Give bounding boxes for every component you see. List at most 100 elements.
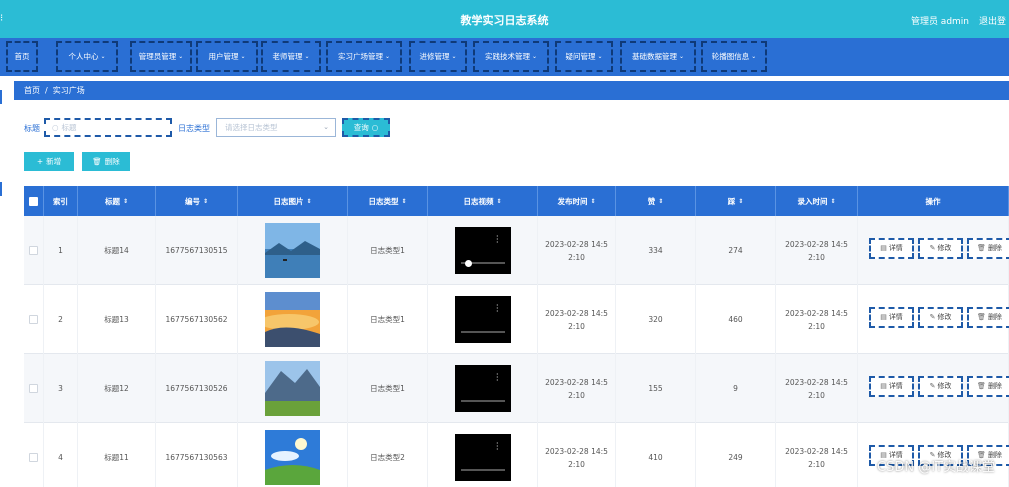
log-image[interactable] [265, 292, 320, 347]
trash-icon: 🗑 [977, 244, 986, 252]
log-image[interactable] [265, 430, 320, 485]
log-image[interactable] [265, 361, 320, 416]
video-player[interactable]: · · · [454, 296, 511, 343]
logout-link[interactable]: 退出登 [979, 14, 1009, 27]
nav-item-4[interactable]: 老师管理 ⌄ [261, 41, 321, 72]
column-header-label: 录入时间 [797, 196, 828, 206]
nav-item-10[interactable]: 轮播图信息 ⌄ [701, 41, 767, 72]
more-options-icon[interactable]: · · · [496, 233, 499, 247]
delete-button[interactable]: 🗑 删除 [967, 376, 1009, 397]
pencil-icon: ✎ [929, 244, 936, 252]
column-header-5[interactable]: 日志视频 ⇕ [428, 186, 538, 216]
breadcrumb-separator: / [45, 86, 48, 95]
sort-icon[interactable]: ⇕ [738, 198, 743, 205]
breadcrumb-current: 实习广场 [52, 86, 85, 95]
sort-icon[interactable]: ⇕ [123, 198, 128, 205]
edit-button-label: 修改 [937, 382, 952, 390]
table-row: 3 标题12 1677567130526 日志类型1 · · · 2023-02-28 14:… [24, 354, 1009, 423]
nav-item-5[interactable]: 实习广场管理 ⌄ [326, 41, 402, 72]
nav-item-1[interactable]: 个人中心 ⌄ [56, 41, 118, 72]
chevron-down-icon: ⌄ [751, 53, 757, 60]
video-progress-bar[interactable] [460, 400, 505, 402]
nav-item-3[interactable]: 用户管理 ⌄ [196, 41, 258, 72]
nav-item-2[interactable]: 管理员管理 ⌄ [130, 41, 192, 72]
watermark: CSDN @IT实战课堂 [877, 460, 995, 475]
cell-text: 2023-02-28 14:52:10 [545, 239, 608, 262]
edit-button[interactable]: ✎ 修改 [918, 238, 963, 259]
type-select-placeholder: 请选择日志类型 [225, 123, 278, 132]
row-checkbox[interactable] [29, 315, 38, 324]
nav-item-6[interactable]: 进修管理 ⌄ [409, 41, 467, 72]
delete-button[interactable]: 🗑 删除 [967, 307, 1009, 328]
cell-index: 4 [44, 423, 78, 487]
row-select-cell [24, 285, 44, 354]
more-options-icon[interactable]: · · · [496, 440, 499, 454]
title-search-input[interactable]: ○ 标题 [44, 118, 172, 137]
column-header-9[interactable]: 录入时间 ⇕ [776, 186, 858, 216]
column-header-8[interactable]: 踩 ⇕ [696, 186, 776, 216]
sort-icon[interactable]: ⇕ [830, 198, 835, 205]
detail-button-label: 详情 [888, 382, 903, 390]
nav-item-7[interactable]: 实践技术管理 ⌄ [473, 41, 549, 72]
detail-button[interactable]: ▤ 详情 [869, 307, 914, 328]
edit-button[interactable]: ✎ 修改 [918, 307, 963, 328]
delete-button[interactable]: 🗑 删除 [967, 238, 1009, 259]
nav-item-9[interactable]: 基础数据管理 ⌄ [620, 41, 696, 72]
sort-icon[interactable]: ⇕ [658, 198, 663, 205]
row-checkbox[interactable] [29, 246, 38, 255]
column-header-label: 发布时间 [557, 196, 588, 206]
cell-text: 2023-02-28 14:52:10 [545, 308, 608, 331]
row-checkbox[interactable] [29, 384, 38, 393]
column-header-7[interactable]: 赞 ⇕ [616, 186, 696, 216]
edit-button-label: 修改 [937, 313, 952, 321]
cell-text: 4 [58, 453, 63, 462]
nav-item-0[interactable]: 首页 [6, 41, 38, 72]
row-checkbox[interactable] [29, 453, 38, 462]
detail-button[interactable]: ▤ 详情 [869, 238, 914, 259]
cell-text: 日志类型1 [370, 384, 405, 393]
search-icon: ○ [52, 123, 59, 132]
query-button[interactable]: 查询 ○ [342, 118, 390, 137]
log-image[interactable] [265, 223, 320, 278]
sort-icon[interactable]: ⇕ [401, 198, 406, 205]
row-actions: ▤ 详情 ✎ 修改 🗑 删除 [869, 238, 1009, 259]
video-player[interactable]: · · · [454, 227, 511, 274]
column-header-6[interactable]: 发布时间 ⇕ [538, 186, 616, 216]
column-header-3[interactable]: 日志图片 ⇕ [238, 186, 348, 216]
row-select-cell [24, 423, 44, 487]
type-select[interactable]: 请选择日志类型 ⌄ [216, 118, 336, 137]
video-progress-knob[interactable] [464, 260, 472, 267]
video-cell: · · · [428, 354, 538, 423]
sort-icon[interactable]: ⇕ [590, 198, 595, 205]
edit-button[interactable]: ✎ 修改 [918, 376, 963, 397]
table-row: 1 标题14 1677567130515 日志类型1 · · · 2023-02-28 14:… [24, 216, 1009, 285]
column-header-1[interactable]: 标题 ⇕ [78, 186, 156, 216]
main-nav: 首页 个人中心 ⌄ 管理员管理 ⌄ 用户管理 ⌄ 老师管理 ⌄ 实习广场管理 ⌄ 进修管理 ⌄ 实践技术管… [0, 38, 1009, 76]
batch-delete-button[interactable]: 🗑 删除 [82, 152, 130, 171]
video-player[interactable]: · · · [454, 365, 511, 412]
image-cell [238, 285, 348, 354]
image-cell [238, 423, 348, 487]
top-header: ⁝ 教学实习日志系统 管理员 admin 退出登 [0, 0, 1009, 38]
chevron-down-icon: ⌄ [240, 53, 246, 60]
sort-icon[interactable]: ⇕ [306, 198, 311, 205]
nav-item-label: 实践技术管理 [484, 52, 530, 61]
select-all-checkbox[interactable] [29, 196, 38, 206]
cell-publish-time: 2023-02-28 14:52:10 [538, 285, 616, 354]
nav-item-label: 疑问管理 [565, 52, 596, 61]
sort-icon[interactable]: ⇕ [496, 198, 501, 205]
video-progress-bar[interactable] [460, 469, 505, 471]
more-options-icon[interactable]: · · · [496, 302, 499, 316]
nav-item-8[interactable]: 疑问管理 ⌄ [555, 41, 613, 72]
detail-button[interactable]: ▤ 详情 [869, 376, 914, 397]
sidebar-edge [0, 76, 8, 487]
video-progress-bar[interactable] [460, 331, 505, 333]
sort-icon[interactable]: ⇕ [203, 198, 208, 205]
column-header-4[interactable]: 日志类型 ⇕ [348, 186, 428, 216]
column-header-2[interactable]: 编号 ⇕ [156, 186, 238, 216]
actions-cell: ▤ 详情 ✎ 修改 🗑 删除 [858, 354, 1009, 423]
add-button[interactable]: + 新增 [24, 152, 74, 171]
video-player[interactable]: · · · [454, 434, 511, 481]
more-options-icon[interactable]: · · · [496, 371, 499, 385]
breadcrumb-home[interactable]: 首页 [24, 85, 40, 96]
